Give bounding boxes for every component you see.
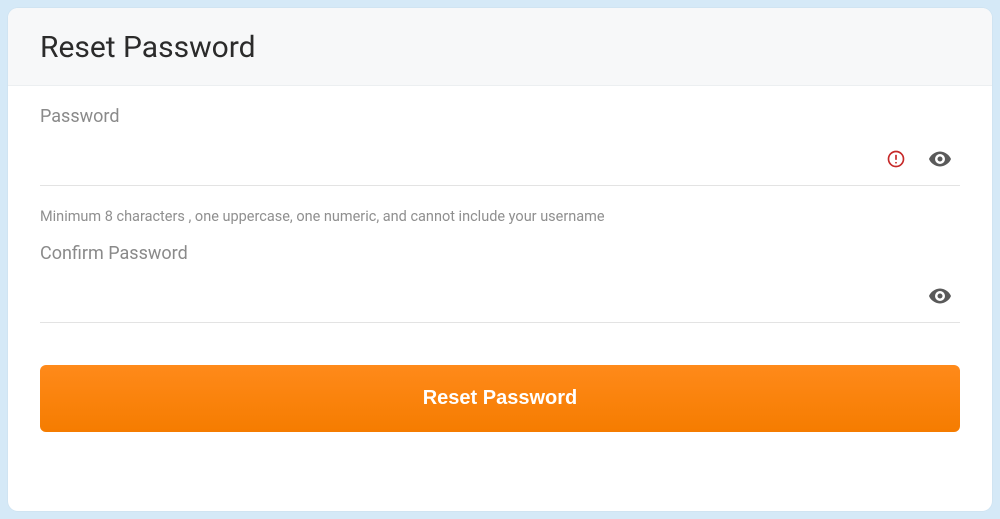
alert-circle-icon <box>884 147 908 171</box>
password-input[interactable] <box>40 149 884 170</box>
confirm-password-label: Confirm Password <box>40 243 960 264</box>
password-field-group: Password <box>40 106 960 186</box>
confirm-password-input[interactable] <box>40 286 928 307</box>
card-body: Password <box>8 86 992 460</box>
page-title: Reset Password <box>40 30 960 65</box>
card-header: Reset Password <box>8 8 992 86</box>
password-input-row <box>40 129 960 186</box>
confirm-password-field-group: Confirm Password <box>40 243 960 323</box>
password-input-icons <box>884 147 960 171</box>
password-hint: Minimum 8 characters , one uppercase, on… <box>40 208 960 225</box>
reset-password-card: Reset Password Password <box>8 8 992 511</box>
confirm-password-input-row <box>40 266 960 323</box>
reset-password-button[interactable]: Reset Password <box>40 365 960 432</box>
eye-icon[interactable] <box>928 284 952 308</box>
eye-icon[interactable] <box>928 147 952 171</box>
password-label: Password <box>40 106 960 127</box>
confirm-password-input-icons <box>928 284 960 308</box>
